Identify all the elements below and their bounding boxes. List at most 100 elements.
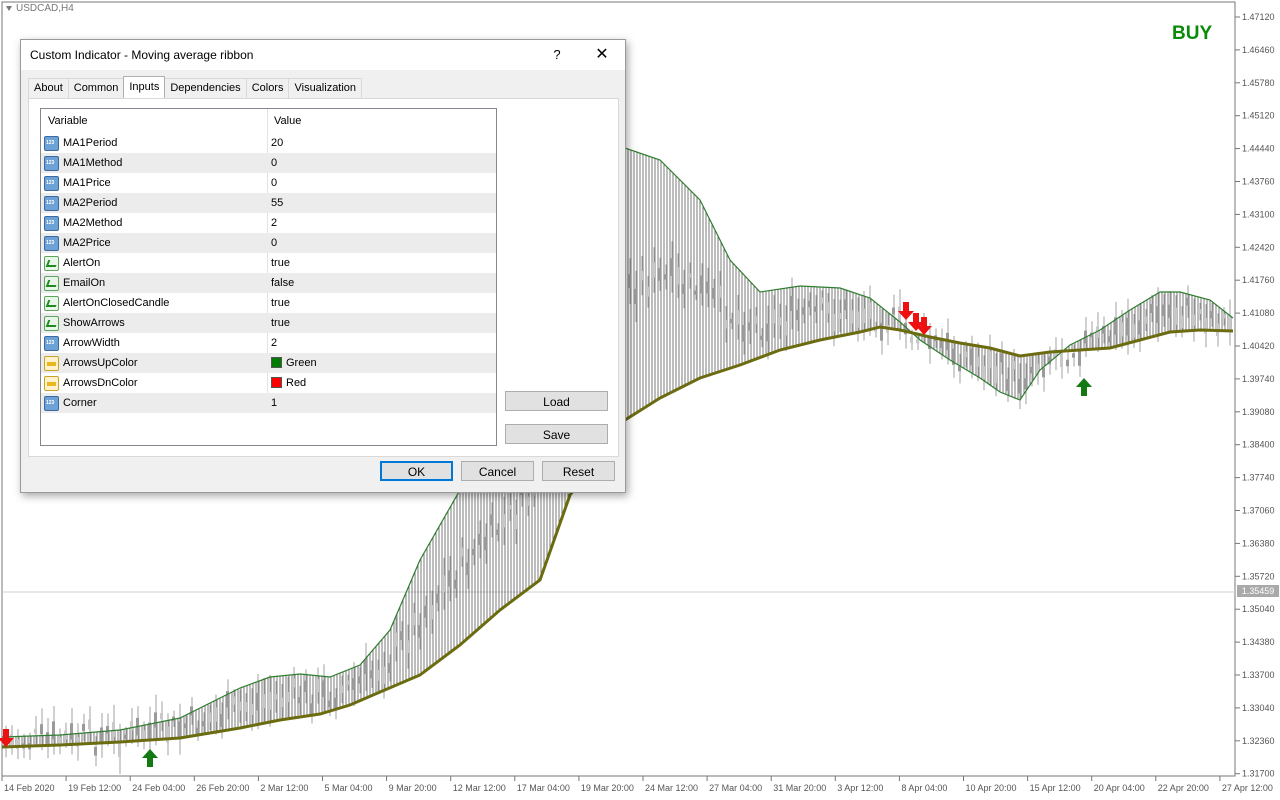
candle-body xyxy=(1198,309,1201,315)
column-header-variable[interactable]: Variable xyxy=(48,115,88,127)
time-tick-label: 19 Feb 12:00 xyxy=(68,783,121,793)
variable-value[interactable]: 55 xyxy=(271,197,283,209)
candle-body xyxy=(706,281,709,294)
cancel-button[interactable]: Cancel xyxy=(461,461,534,481)
table-row[interactable]: ShowArrows true xyxy=(41,313,496,333)
time-tick-label: 26 Feb 20:00 xyxy=(196,783,249,793)
variable-value[interactable]: true xyxy=(271,317,290,329)
candle-body xyxy=(982,365,985,380)
variable-name: AlertOnClosedCandle xyxy=(63,297,170,309)
chart-menu-triangle-icon[interactable] xyxy=(6,5,12,11)
color-swatch[interactable] xyxy=(271,357,282,368)
candle-body xyxy=(250,703,253,715)
price-tick-label: 1.45780 xyxy=(1242,78,1275,88)
reset-button[interactable]: Reset xyxy=(542,461,615,481)
candle-body xyxy=(970,348,973,366)
tab-visualization[interactable]: Visualization xyxy=(288,78,363,98)
price-tick-label: 1.39740 xyxy=(1242,374,1275,384)
variable-value[interactable]: Red xyxy=(271,377,306,389)
variable-name: MA1Price xyxy=(63,177,111,189)
tab-strip: About Common Inputs Dependencies Colors Visua… xyxy=(28,76,363,98)
variable-value[interactable]: false xyxy=(271,277,294,289)
candle-body xyxy=(424,605,427,618)
up-arrow-icon xyxy=(1076,378,1092,396)
variable-name: ShowArrows xyxy=(63,317,125,329)
candle-body xyxy=(664,274,667,280)
table-row[interactable]: MA2Method 2 xyxy=(41,213,496,233)
candle-body xyxy=(1120,322,1123,337)
price-tick-label: 1.39080 xyxy=(1242,407,1275,417)
candle-body xyxy=(388,663,391,673)
column-header-value[interactable]: Value xyxy=(274,115,301,127)
variable-value[interactable]: 0 xyxy=(271,177,277,189)
price-tick-label: 1.36380 xyxy=(1242,538,1275,548)
int-icon xyxy=(44,336,59,351)
time-tick-label: 3 Apr 12:00 xyxy=(837,783,883,793)
color-name: Red xyxy=(286,377,307,389)
table-row[interactable]: ArrowsDnColor Red xyxy=(41,373,496,393)
variable-value[interactable]: true xyxy=(271,257,290,269)
variable-name: ArrowsDnColor xyxy=(63,377,138,389)
candle-body xyxy=(1180,315,1183,328)
candle-body xyxy=(754,316,757,324)
dialog-client: About Common Inputs Dependencies Colors Visua… xyxy=(21,70,625,492)
candle-body xyxy=(214,707,217,722)
price-tick-label: 1.31700 xyxy=(1242,769,1275,779)
candle-body xyxy=(454,579,457,589)
table-row[interactable]: MA1Price 0 xyxy=(41,173,496,193)
candle-body xyxy=(976,356,979,367)
variable-value[interactable]: Green xyxy=(271,357,317,369)
candle-body xyxy=(466,562,469,576)
variable-name: MA2Period xyxy=(63,197,118,209)
tab-about[interactable]: About xyxy=(28,78,69,98)
save-button[interactable]: Save xyxy=(505,424,608,444)
candle-body xyxy=(760,335,763,340)
variable-name: MA1Method xyxy=(63,157,123,169)
time-tick-label: 5 Mar 04:00 xyxy=(325,783,373,793)
table-row[interactable]: EmailOn false xyxy=(41,273,496,293)
time-tick-label: 22 Apr 20:00 xyxy=(1158,783,1209,793)
candle-body xyxy=(1162,304,1165,317)
color-swatch[interactable] xyxy=(271,377,282,388)
tab-common[interactable]: Common xyxy=(67,78,125,98)
table-row[interactable]: Corner 1 xyxy=(41,393,496,413)
table-row[interactable]: ArrowWidth 2 xyxy=(41,333,496,353)
help-button[interactable]: ? xyxy=(549,42,565,68)
variable-value[interactable]: 0 xyxy=(271,157,277,169)
table-row[interactable]: MA2Period 55 xyxy=(41,193,496,213)
ok-button[interactable]: OK xyxy=(380,461,453,481)
candle-body xyxy=(88,719,91,730)
price-tick-label: 1.45120 xyxy=(1242,111,1275,121)
candle-body xyxy=(316,678,319,693)
variable-value[interactable]: 2 xyxy=(271,217,277,229)
table-row[interactable]: MA1Period 20 xyxy=(41,133,496,153)
variable-value[interactable]: 2 xyxy=(271,337,277,349)
table-row[interactable]: MA1Method 0 xyxy=(41,153,496,173)
candle-body xyxy=(676,267,679,285)
dialog-title-bar[interactable]: Custom Indicator - Moving average ribbon… xyxy=(21,40,625,70)
load-button[interactable]: Load xyxy=(505,391,608,411)
table-row[interactable]: AlertOn true xyxy=(41,253,496,273)
candle-body xyxy=(286,691,289,703)
candle-body xyxy=(1222,314,1225,319)
tab-dependencies[interactable]: Dependencies xyxy=(164,78,247,98)
variable-value[interactable]: 1 xyxy=(271,397,277,409)
table-row[interactable]: AlertOnClosedCandle true xyxy=(41,293,496,313)
candle-body xyxy=(178,721,181,737)
candle-body xyxy=(418,625,421,638)
candle-body xyxy=(964,351,967,358)
variable-value[interactable]: true xyxy=(271,297,290,309)
tab-inputs[interactable]: Inputs xyxy=(123,76,166,98)
variable-value[interactable]: 0 xyxy=(271,237,277,249)
candle-body xyxy=(940,340,943,348)
candle-body xyxy=(880,322,883,341)
candle-body xyxy=(202,721,205,727)
table-row[interactable]: ArrowsUpColor Green xyxy=(41,353,496,373)
candle-body xyxy=(712,288,715,299)
candle-body xyxy=(634,288,637,304)
variable-value[interactable]: 20 xyxy=(271,137,283,149)
tab-colors[interactable]: Colors xyxy=(245,78,290,98)
table-row[interactable]: MA2Price 0 xyxy=(41,233,496,253)
close-button[interactable]: ✕ xyxy=(589,42,615,68)
candle-body xyxy=(94,746,97,756)
